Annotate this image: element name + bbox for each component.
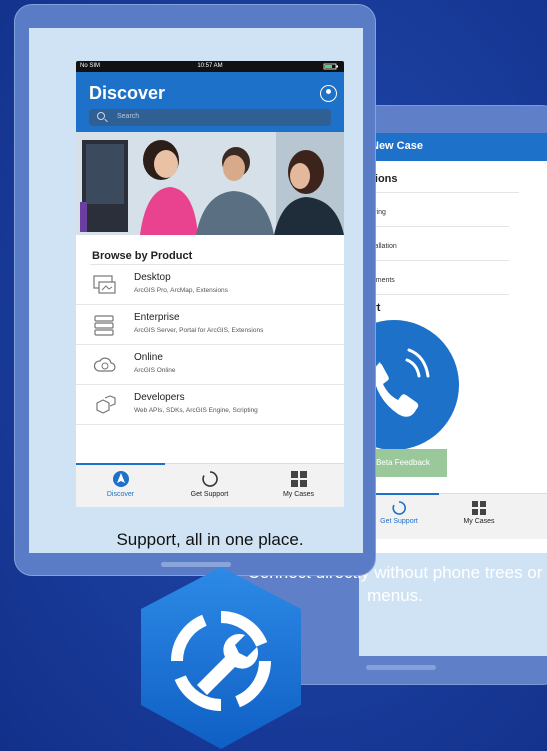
product-sub: ArcGIS Server, Portal for ArcGIS, Extens…: [134, 327, 264, 334]
list-item[interactable]: r Installation: [359, 227, 509, 261]
active-tab-indicator: [76, 463, 165, 465]
new-case-header: New Case: [359, 133, 547, 161]
search-placeholder: Search: [117, 113, 140, 120]
search-icon: [97, 112, 105, 120]
product-name: Enterprise: [134, 312, 180, 323]
discover-screen: No SIM 10:57 AM Discover Search Browse b…: [76, 61, 344, 507]
page-title: Discover: [89, 83, 166, 103]
cases-grid-icon: [472, 501, 486, 515]
status-time: 10:57 AM: [197, 63, 223, 69]
product-sub: ArcGIS Pro, ArcMap, Extensions: [134, 287, 228, 294]
list-item-desktop[interactable]: Desktop ArcGIS Pro, ArcMap, Extensions: [76, 265, 344, 305]
caption-support: Support, all in one place.: [116, 530, 304, 549]
tablet-front: No SIM 10:57 AM Discover Search Browse b…: [14, 4, 376, 576]
support-spinner-icon: [201, 471, 218, 487]
browse-by-product-heading: Browse by Product: [92, 250, 193, 262]
account-icon[interactable]: [320, 85, 337, 102]
developers-cubes-icon: [93, 394, 116, 416]
product-name: Online: [134, 352, 163, 363]
home-bar: [366, 665, 436, 670]
list-item[interactable]: eployments: [359, 261, 509, 295]
product-sub: ArcGIS Online: [134, 367, 176, 374]
cloud-icon: [93, 354, 116, 376]
tab-my-cases[interactable]: My Cases: [254, 470, 343, 498]
product-name: Developers: [134, 392, 185, 403]
list-item-enterprise[interactable]: Enterprise ArcGIS Server, Portal for Arc…: [76, 305, 344, 345]
new-case-tabbar: Get Support My Cases: [359, 493, 547, 539]
new-case-title: New Case: [371, 140, 423, 152]
discover-tabbar: Discover Get Support My Cases: [76, 463, 344, 507]
tab-discover[interactable]: Discover: [76, 470, 165, 498]
tab-my-cases[interactable]: My Cases: [444, 500, 514, 525]
status-bar: No SIM 10:57 AM: [76, 61, 344, 72]
battery-icon: [318, 63, 340, 72]
list-item-online[interactable]: Online ArcGIS Online: [76, 345, 344, 385]
new-case-screen: New Case ections nfiguring r Installatio…: [359, 133, 547, 553]
tablet-front-screen: No SIM 10:57 AM Discover Search Browse b…: [29, 28, 363, 553]
list-item[interactable]: nfiguring: [359, 193, 509, 227]
cases-grid-icon: [290, 471, 307, 487]
compass-icon: [112, 471, 129, 487]
enterprise-server-icon: [93, 314, 115, 336]
product-sub: Web APIs, SDKs, ArcGIS Engine, Scripting: [134, 407, 258, 414]
search-input[interactable]: Search: [89, 109, 331, 126]
support-spinner-icon: [392, 501, 406, 515]
product-name: Desktop: [134, 272, 171, 283]
tab-get-support[interactable]: Get Support: [165, 470, 254, 498]
app-logo-icon: [137, 565, 306, 751]
hero-image: [76, 132, 344, 235]
list-item-developers[interactable]: Developers Web APIs, SDKs, ArcGIS Engine…: [76, 385, 344, 425]
desktop-icon: [93, 274, 116, 296]
discover-header: Discover Search: [76, 72, 344, 132]
